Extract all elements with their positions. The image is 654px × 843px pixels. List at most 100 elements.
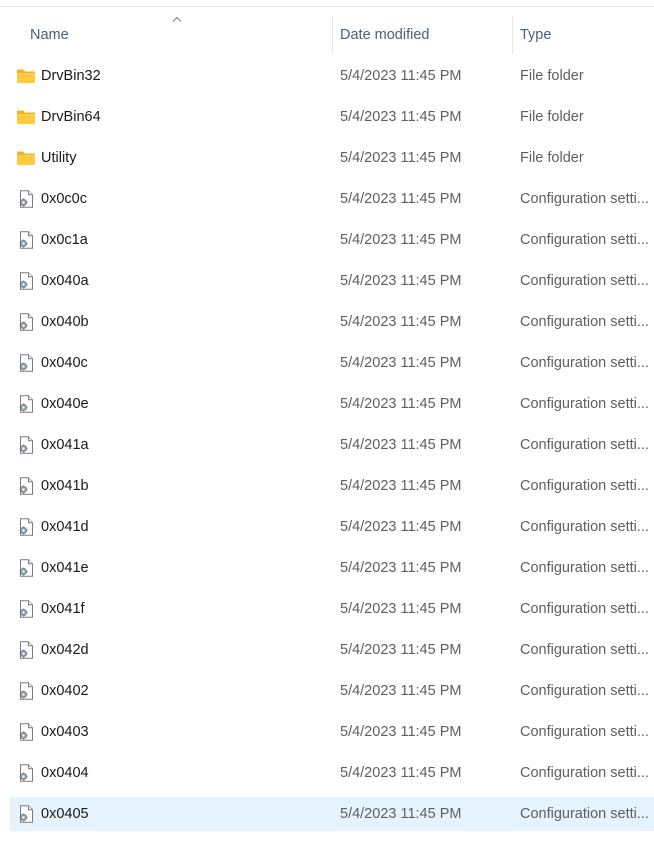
configuration-file-icon <box>16 764 36 782</box>
top-divider <box>0 6 654 7</box>
column-header-row: Name Date modified Type <box>0 12 654 56</box>
configuration-file-icon <box>16 723 36 741</box>
file-type: Configuration setti... <box>520 642 649 658</box>
date-modified: 5/4/2023 11:45 PM <box>340 724 462 740</box>
file-type: Configuration setti... <box>520 437 649 453</box>
file-row[interactable]: 0x042d 5/4/2023 11:45 PM Configuration set… <box>10 633 654 667</box>
file-name: 0x041f <box>41 601 85 617</box>
file-name: 0x0405 <box>41 806 89 822</box>
configuration-file-icon <box>16 313 36 331</box>
file-type: Configuration setti... <box>520 683 649 699</box>
file-name: 0x041b <box>41 478 89 494</box>
folder-icon <box>16 149 36 167</box>
folder-row[interactable]: DrvBin32 5/4/2023 11:45 PM File folder <box>10 59 654 93</box>
file-type: File folder <box>520 109 584 125</box>
folder-row[interactable]: DrvBin64 5/4/2023 11:45 PM File folder <box>10 100 654 134</box>
file-row[interactable]: 0x041e 5/4/2023 11:45 PM Configuration set… <box>10 551 654 585</box>
column-resize-handle-name[interactable] <box>332 16 333 54</box>
file-name: DrvBin32 <box>41 68 101 84</box>
column-header-date-modified[interactable]: Date modified <box>340 12 510 56</box>
date-modified: 5/4/2023 11:45 PM <box>340 109 462 125</box>
configuration-file-icon <box>16 682 36 700</box>
file-row[interactable]: 0x040a 5/4/2023 11:45 PM Configuration set… <box>10 264 654 298</box>
file-row[interactable]: 0x041f 5/4/2023 11:45 PM Configuration set… <box>10 592 654 626</box>
folder-icon <box>16 67 36 85</box>
date-modified: 5/4/2023 11:45 PM <box>340 806 462 822</box>
date-modified: 5/4/2023 11:45 PM <box>340 232 462 248</box>
file-type: Configuration setti... <box>520 478 649 494</box>
configuration-file-icon <box>16 518 36 536</box>
file-row[interactable]: 0x041b 5/4/2023 11:45 PM Configuration set… <box>10 469 654 503</box>
file-type: Configuration setti... <box>520 355 649 371</box>
file-type: Configuration setti... <box>520 724 649 740</box>
file-name: Utility <box>41 150 77 166</box>
date-modified: 5/4/2023 11:45 PM <box>340 642 462 658</box>
file-row[interactable]: 0x0c1a 5/4/2023 11:45 PM Configuration set… <box>10 223 654 257</box>
file-type: Configuration setti... <box>520 519 649 535</box>
file-name: DrvBin64 <box>41 109 101 125</box>
configuration-file-icon <box>16 190 36 208</box>
file-row[interactable]: 0x040e 5/4/2023 11:45 PM Configuration set… <box>10 387 654 421</box>
column-header-name[interactable]: Name <box>30 12 330 56</box>
configuration-file-icon <box>16 477 36 495</box>
file-row[interactable]: 0x041a 5/4/2023 11:45 PM Configuration set… <box>10 428 654 462</box>
file-name: 0x0c0c <box>41 191 87 207</box>
date-modified: 5/4/2023 11:45 PM <box>340 314 462 330</box>
date-modified: 5/4/2023 11:45 PM <box>340 68 462 84</box>
file-name: 0x0404 <box>41 765 89 781</box>
file-name: 0x0402 <box>41 683 89 699</box>
configuration-file-icon <box>16 600 36 618</box>
configuration-file-icon <box>16 231 36 249</box>
date-modified: 5/4/2023 11:45 PM <box>340 437 462 453</box>
file-row[interactable]: 0x0404 5/4/2023 11:45 PM Configuration set… <box>10 756 654 790</box>
configuration-file-icon <box>16 805 36 823</box>
file-type: Configuration setti... <box>520 765 649 781</box>
file-type: Configuration setti... <box>520 396 649 412</box>
file-explorer-details-view: Name Date modified Type DrvBin32 5/4/2023… <box>0 0 654 843</box>
configuration-file-icon <box>16 272 36 290</box>
file-name: 0x042d <box>41 642 89 658</box>
column-header-type[interactable]: Type <box>520 12 654 56</box>
configuration-file-icon <box>16 641 36 659</box>
file-type: Configuration setti... <box>520 806 649 822</box>
file-type: Configuration setti... <box>520 560 649 576</box>
file-type: Configuration setti... <box>520 601 649 617</box>
file-row[interactable]: 0x041d 5/4/2023 11:45 PM Configuration set… <box>10 510 654 544</box>
configuration-file-icon <box>16 436 36 454</box>
file-type: File folder <box>520 68 584 84</box>
date-modified: 5/4/2023 11:45 PM <box>340 273 462 289</box>
file-name: 0x0c1a <box>41 232 88 248</box>
column-resize-handle-date[interactable] <box>512 16 513 54</box>
file-row[interactable]: 0x0403 5/4/2023 11:45 PM Configuration set… <box>10 715 654 749</box>
date-modified: 5/4/2023 11:45 PM <box>340 519 462 535</box>
configuration-file-icon <box>16 395 36 413</box>
file-name: 0x040c <box>41 355 88 371</box>
file-name: 0x041a <box>41 437 89 453</box>
file-name: 0x041e <box>41 560 89 576</box>
folder-icon <box>16 108 36 126</box>
date-modified: 5/4/2023 11:45 PM <box>340 560 462 576</box>
configuration-file-icon <box>16 354 36 372</box>
date-modified: 5/4/2023 11:45 PM <box>340 683 462 699</box>
file-type: Configuration setti... <box>520 232 649 248</box>
date-modified: 5/4/2023 11:45 PM <box>340 355 462 371</box>
date-modified: 5/4/2023 11:45 PM <box>340 765 462 781</box>
file-row[interactable]: 0x040c 5/4/2023 11:45 PM Configuration set… <box>10 346 654 380</box>
file-type: Configuration setti... <box>520 273 649 289</box>
file-type: File folder <box>520 150 584 166</box>
file-type: Configuration setti... <box>520 191 649 207</box>
folder-row[interactable]: Utility 5/4/2023 11:45 PM File folder <box>10 141 654 175</box>
date-modified: 5/4/2023 11:45 PM <box>340 396 462 412</box>
file-row[interactable]: 0x0405 5/4/2023 11:45 PM Configuration set… <box>10 797 654 831</box>
file-type: Configuration setti... <box>520 314 649 330</box>
file-row[interactable]: 0x040b 5/4/2023 11:45 PM Configuration set… <box>10 305 654 339</box>
date-modified: 5/4/2023 11:45 PM <box>340 150 462 166</box>
file-row[interactable]: 0x0402 5/4/2023 11:45 PM Configuration set… <box>10 674 654 708</box>
file-name: 0x040e <box>41 396 89 412</box>
file-name: 0x041d <box>41 519 89 535</box>
file-name: 0x040b <box>41 314 89 330</box>
file-name: 0x0403 <box>41 724 89 740</box>
date-modified: 5/4/2023 11:45 PM <box>340 601 462 617</box>
date-modified: 5/4/2023 11:45 PM <box>340 191 462 207</box>
file-row[interactable]: 0x0c0c 5/4/2023 11:45 PM Configuration set… <box>10 182 654 216</box>
